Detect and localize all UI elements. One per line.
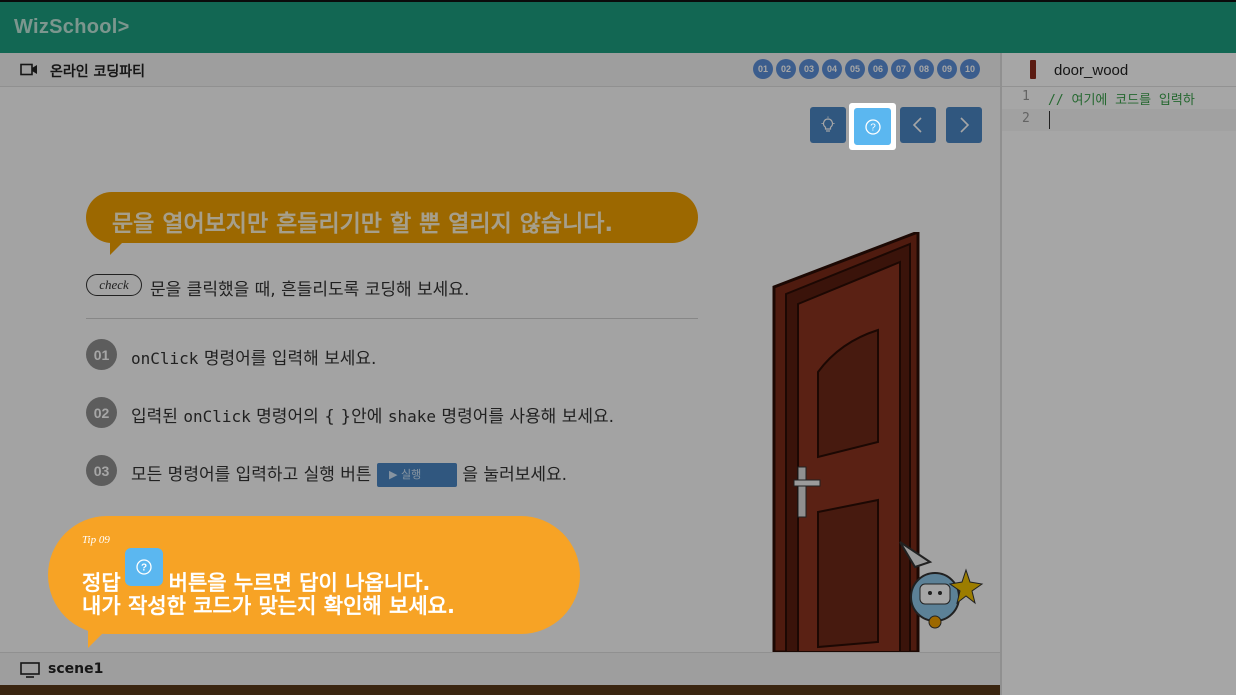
chevron-left-icon bbox=[912, 117, 922, 133]
door-icon bbox=[1030, 60, 1036, 79]
scene-label[interactable]: scene1 bbox=[48, 661, 103, 677]
tip-bubble[interactable]: Tip 09 정답 ? 버튼을 누르면 답이 나옵니다. 내가 작성한 코드가 … bbox=[48, 516, 580, 648]
step-navigation: 01 02 03 04 05 06 07 08 09 10 bbox=[753, 59, 980, 79]
code-text[interactable]: // 여기에 코드를 입력하 bbox=[1048, 89, 1195, 108]
chevron-right-icon bbox=[960, 117, 970, 133]
item-text: 입력된 onClick 명령어의 { }안에 shake 명령어를 사용해 보세… bbox=[131, 407, 615, 427]
step-05[interactable]: 05 bbox=[845, 59, 865, 79]
item-number: 01 bbox=[86, 339, 117, 370]
code-editor[interactable]: door_wood 1 // 여기에 코드를 입력하 2 bbox=[1000, 53, 1236, 695]
item-text: 모든 명령어를 입력하고 실행 버튼 ▶ 실행 을 눌러보세요. bbox=[131, 463, 568, 487]
answer-button-highlighted[interactable]: ? bbox=[854, 108, 891, 145]
check-text: 문을 클릭했을 때, 흔들리도록 코딩해 보세요. bbox=[150, 280, 470, 300]
step-02[interactable]: 02 bbox=[776, 59, 796, 79]
monitor-icon bbox=[20, 662, 40, 678]
step-04[interactable]: 04 bbox=[822, 59, 842, 79]
tip-line-2: 내가 작성한 코드가 맞는지 확인해 보세요. bbox=[82, 594, 455, 618]
svg-text:?: ? bbox=[870, 122, 876, 133]
editor-header: door_wood bbox=[1002, 53, 1236, 87]
mission-title-bubble: 문을 열어보지만 흔들리기만 할 뿐 열리지 않습니다. bbox=[86, 192, 698, 255]
step-07[interactable]: 07 bbox=[891, 59, 911, 79]
hint-button[interactable] bbox=[810, 107, 846, 143]
check-badge: check bbox=[86, 274, 142, 296]
top-bar: WizSchool> bbox=[0, 0, 1236, 53]
video-camera-icon bbox=[20, 63, 37, 76]
divider bbox=[86, 318, 698, 319]
tip-label: Tip 09 bbox=[82, 534, 110, 546]
run-button-illustration: ▶ 실행 bbox=[376, 463, 457, 487]
code-line[interactable]: 2 bbox=[1002, 109, 1236, 131]
lightbulb-icon bbox=[821, 116, 835, 132]
item-number: 03 bbox=[86, 455, 117, 486]
step-01[interactable]: 01 bbox=[753, 59, 773, 79]
scene-bar: scene1 bbox=[0, 652, 1000, 685]
item-text: onClick 명령어를 입력해 보세요. bbox=[131, 349, 377, 369]
svg-text:?: ? bbox=[141, 563, 147, 574]
step-09[interactable]: 09 bbox=[937, 59, 957, 79]
step-03[interactable]: 03 bbox=[799, 59, 819, 79]
step-10[interactable]: 10 bbox=[960, 59, 980, 79]
step-06[interactable]: 06 bbox=[868, 59, 888, 79]
code-line[interactable]: 1 // 여기에 코드를 입력하 bbox=[1002, 87, 1236, 109]
item-number: 02 bbox=[86, 397, 117, 428]
mission-title: 문을 열어보지만 흔들리기만 할 뿐 열리지 않습니다. bbox=[112, 211, 614, 237]
lesson-header: 온라인 코딩파티 01 02 03 04 05 06 07 08 09 10 bbox=[0, 53, 1000, 87]
scene-preview-strip bbox=[0, 685, 1000, 695]
line-number: 1 bbox=[1022, 89, 1030, 104]
wizschool-logo[interactable]: WizSchool> bbox=[14, 16, 130, 39]
question-icon: ? bbox=[124, 548, 163, 586]
answer-button-spotlight[interactable]: ? bbox=[849, 103, 896, 150]
question-icon: ? bbox=[864, 118, 881, 135]
page-title: 온라인 코딩파티 bbox=[50, 64, 146, 80]
prev-button[interactable] bbox=[900, 107, 936, 143]
door-illustration bbox=[772, 232, 984, 652]
app-window: WizSchool> 온라인 코딩파티 01 02 03 04 05 06 07… bbox=[0, 0, 1236, 695]
next-button[interactable] bbox=[946, 107, 982, 143]
step-08[interactable]: 08 bbox=[914, 59, 934, 79]
text-cursor bbox=[1049, 111, 1050, 129]
file-name: door_wood bbox=[1054, 62, 1129, 79]
line-number: 2 bbox=[1022, 111, 1030, 126]
